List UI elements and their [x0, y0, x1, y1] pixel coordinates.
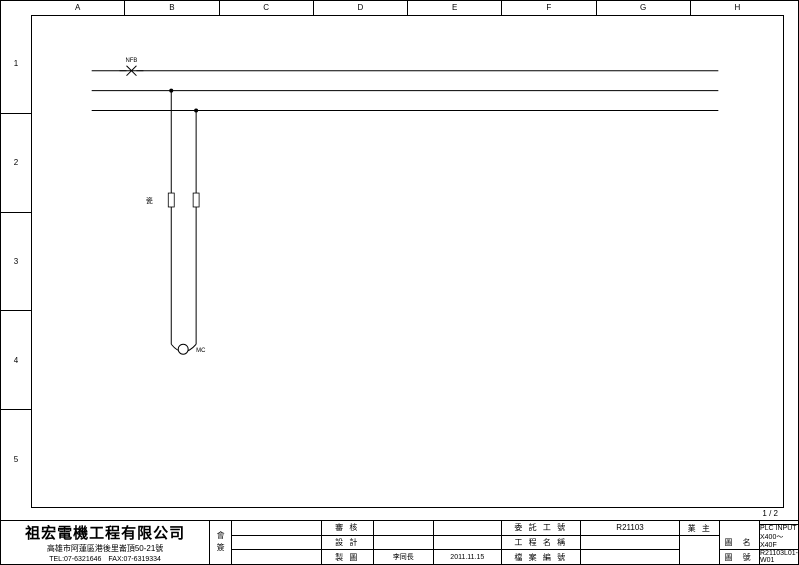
owner-label: 業 主: [680, 521, 719, 536]
fuse-icon: 瓷: [146, 193, 199, 207]
schematic-svg: NFB 瓷 MC: [32, 16, 783, 508]
col-label: H: [690, 1, 784, 15]
title-block: 祖宏電機工程有限公司 高雄市阿蓮區港後里崙頂50-21號 TEL:07-6321…: [1, 520, 798, 564]
drawing-sheet: A B C D E F G H 1 2 3 4 5 NFB: [0, 0, 799, 565]
field-label: 工 程 名 稱: [502, 536, 580, 550]
person-cell: [374, 521, 434, 535]
seal-label: 會簽: [210, 521, 232, 564]
col-label: D: [313, 1, 407, 15]
column-ruler: A B C D E F G H: [31, 1, 784, 15]
field-label: 檔 案 編 號: [502, 550, 580, 564]
seal-box: [232, 521, 322, 564]
field-label: 委 託 工 號: [502, 521, 580, 535]
date-cell: 2011.11.15: [434, 550, 502, 564]
row-label: 5: [1, 409, 31, 508]
date-cell: [434, 521, 502, 535]
col-label: C: [219, 1, 313, 15]
row-label: 3: [1, 212, 31, 311]
owner-label-col: 業 主: [680, 521, 720, 564]
row-label: 1: [1, 15, 31, 113]
project-col: R21103: [581, 521, 681, 564]
page-number: 1 / 2: [762, 509, 778, 518]
sheet-name-label: 圖 名: [720, 535, 759, 550]
project-no: R21103: [581, 521, 680, 536]
company-phone: TEL:07-6321646 FAX:07-6319334: [49, 554, 161, 564]
row-label: 4: [1, 310, 31, 409]
sheet-name: PLC INPUT X400～X40F: [760, 525, 798, 550]
role-label: 製 圖: [322, 550, 374, 564]
col-label: G: [596, 1, 690, 15]
col-label: F: [501, 1, 595, 15]
person-cell: [374, 536, 434, 550]
role-label: 審 核: [322, 521, 374, 535]
company-name: 祖宏電機工程有限公司: [25, 522, 185, 543]
breaker-icon: NFB: [120, 58, 144, 76]
date-cell: [434, 536, 502, 550]
sheet-value-col: PLC INPUT X400～X40F R21103L01-W01: [760, 521, 798, 564]
col-label: A: [31, 1, 124, 15]
row-ruler: 1 2 3 4 5: [1, 15, 31, 508]
signature-grid: 審 核 委 託 工 號 設 計 工 程 名 稱 製 圖 李同長 2011.11.…: [322, 521, 581, 564]
drawing-area: NFB 瓷 MC: [31, 15, 784, 508]
person-cell: 李同長: [374, 550, 434, 564]
row-label: 2: [1, 113, 31, 212]
fuse-label: 瓷: [146, 196, 153, 205]
sheet-label-col: 圖 名 圖 號: [720, 521, 760, 564]
col-label: B: [124, 1, 218, 15]
role-label: 設 計: [322, 536, 374, 550]
drawing-no-label: 圖 號: [720, 550, 759, 564]
col-label: E: [407, 1, 501, 15]
output-label: MC: [196, 348, 206, 354]
drawing-no: R21103L01-W01: [760, 550, 798, 564]
company-cell: 祖宏電機工程有限公司 高雄市阿蓮區港後里崙頂50-21號 TEL:07-6321…: [1, 521, 210, 564]
breaker-label: NFB: [126, 58, 138, 64]
company-address: 高雄市阿蓮區港後里崙頂50-21號: [47, 543, 163, 554]
coil-icon: [178, 344, 188, 354]
